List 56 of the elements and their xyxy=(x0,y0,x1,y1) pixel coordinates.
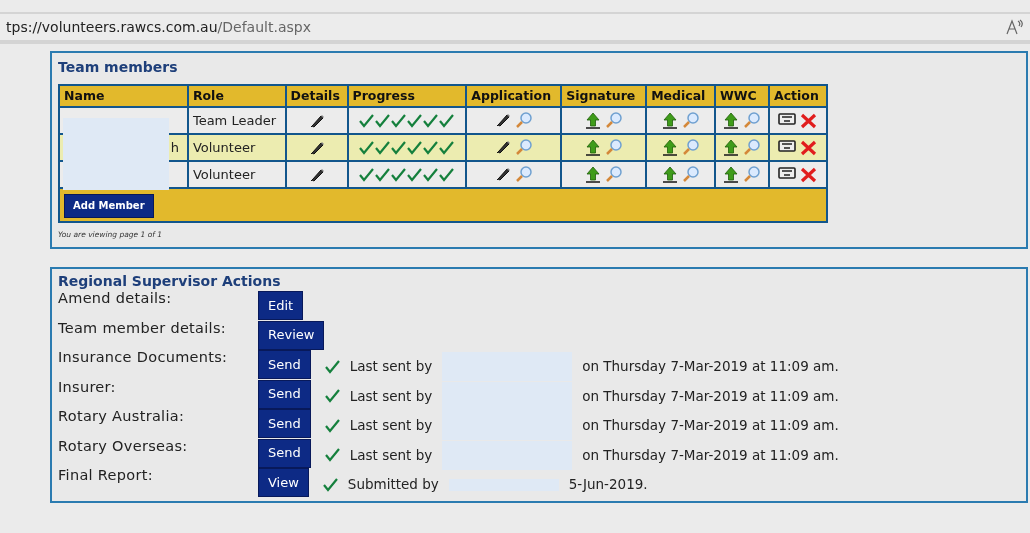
action-label: Rotary Australia: xyxy=(58,407,186,425)
upload-arrow-icon[interactable] xyxy=(584,139,601,156)
status-text: on Thursday 7-Mar-2019 at 11:09 am. xyxy=(582,386,839,406)
column-header: Progress xyxy=(347,85,467,107)
card-icon[interactable] xyxy=(778,139,797,152)
status-text: Submitted by xyxy=(347,475,439,495)
action-label: Rotary Overseas: xyxy=(58,436,189,455)
action-label: Insurer: xyxy=(58,377,117,396)
panel-title: Regional Supervisor Actions xyxy=(58,272,282,289)
upload-arrow-icon[interactable] xyxy=(584,166,601,183)
upload-arrow-icon[interactable] xyxy=(723,112,739,129)
card-icon[interactable] xyxy=(778,166,797,179)
upload-arrow-icon[interactable] xyxy=(661,166,678,183)
name-text: h xyxy=(170,138,180,157)
delete-icon[interactable] xyxy=(800,139,818,156)
status-text: Last sent by xyxy=(349,416,433,436)
status-text: Last sent by xyxy=(349,386,433,406)
status-text: on Thursday 7-Mar-2019 at 11:09 am. xyxy=(582,416,839,436)
pencil-icon[interactable] xyxy=(308,112,325,129)
status-text: on Thursday 7-Mar-2019 at 11:09 am. xyxy=(582,357,839,377)
action-label: Team member details: xyxy=(58,318,227,337)
url-text: tps://volunteers.rawcs.com.au/Default.aspx xyxy=(6,17,311,37)
action-button[interactable]: Send xyxy=(258,409,311,438)
column-header: Name xyxy=(59,85,188,107)
address-bar[interactable]: tps://volunteers.rawcs.com.au/Default.aspx xyxy=(0,12,1030,44)
upload-arrow-icon[interactable] xyxy=(723,139,739,156)
column-header: Role xyxy=(187,85,286,107)
delete-icon[interactable] xyxy=(800,112,818,129)
upload-arrow-icon[interactable] xyxy=(661,139,678,156)
upload-arrow-icon[interactable] xyxy=(723,166,739,183)
delete-icon[interactable] xyxy=(800,166,818,183)
action-label: Insurance Documents: xyxy=(58,348,229,366)
status-text: 5-Jun-2019. xyxy=(568,475,648,495)
upload-arrow-icon[interactable] xyxy=(584,112,601,129)
card-icon[interactable] xyxy=(778,112,797,125)
read-aloud-icon[interactable] xyxy=(1006,19,1024,35)
action-button[interactable]: Review xyxy=(258,320,325,350)
action-button[interactable]: Send xyxy=(258,350,311,379)
pencil-icon[interactable] xyxy=(494,139,511,155)
action-button[interactable]: Send xyxy=(258,379,311,409)
pencil-icon[interactable] xyxy=(494,112,511,128)
action-label: Final Report: xyxy=(58,466,154,484)
pencil-icon[interactable] xyxy=(494,166,511,182)
action-label: Amend details: xyxy=(58,289,173,307)
status-text: Last sent by xyxy=(349,445,433,465)
action-button[interactable]: View xyxy=(258,468,309,497)
action-button[interactable]: Send xyxy=(258,438,311,468)
pencil-icon[interactable] xyxy=(308,166,325,183)
status-text: Last sent by xyxy=(349,357,433,377)
upload-arrow-icon[interactable] xyxy=(661,112,678,129)
pencil-icon[interactable] xyxy=(308,139,325,156)
column-header: Application xyxy=(466,85,562,107)
panel-title: Team members xyxy=(58,58,179,77)
add-member-button[interactable]: Add Member xyxy=(64,193,154,218)
action-button[interactable]: Edit xyxy=(258,291,304,320)
status-text: on Thursday 7-Mar-2019 at 11:09 am. xyxy=(582,445,839,465)
